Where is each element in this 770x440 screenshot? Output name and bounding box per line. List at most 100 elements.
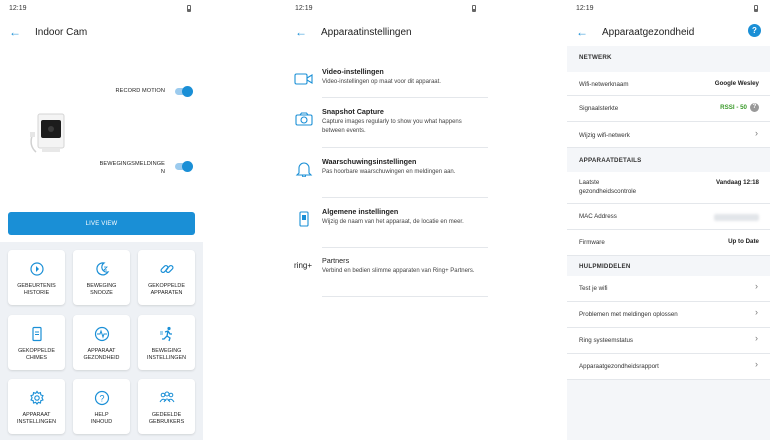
battery-icon — [472, 5, 476, 12]
tile-label: APPARAAT GEZONDHEID — [75, 348, 128, 362]
settings-item-title: Waarschuwingsinstellingen — [322, 157, 417, 166]
row-value: Google Wesley — [714, 80, 759, 87]
tile-motion-settings[interactable]: BEWEGING INSTELLINGEN — [138, 315, 195, 370]
row-mac-address: MAC Address — [567, 204, 770, 230]
tile-linked-chimes[interactable]: GEKOPPELDE CHIMES — [8, 315, 65, 370]
live-view-button[interactable]: LIVE VIEW — [8, 212, 195, 235]
tile-label: BEWEGING INSTELLINGEN — [140, 348, 193, 362]
tile-shared-users[interactable]: GEDEELDE GEBRUIKERS — [138, 379, 195, 434]
header: 12:19 ← Apparaatgezondheid ? — [567, 0, 770, 46]
tile-label: APPARAAT INSTELLINGEN — [10, 412, 63, 426]
settings-item-snapshot[interactable]: Snapshot Capture Capture images regularl… — [286, 107, 488, 148]
status-bar: 12:19 — [567, 0, 770, 18]
settings-item-title: Video-instellingen — [322, 67, 384, 76]
row-signal-strength: Signaalsterkte RSSI - 50? — [567, 96, 770, 122]
snooze-moon-icon — [95, 262, 109, 276]
row-label: Laatste gezondheidscontrole — [579, 178, 636, 196]
section-network: NETWERK — [579, 54, 612, 61]
battery-icon — [187, 5, 191, 12]
users-icon — [159, 391, 174, 403]
tile-label-line2: INHOUD — [90, 419, 113, 425]
battery-icon — [754, 5, 758, 12]
svg-text:?: ? — [99, 394, 104, 404]
motion-alerts-label: BEWEGINGSMELDINGE N — [100, 160, 165, 176]
chime-icon — [31, 326, 42, 342]
tile-label-line1: BEWEGING — [86, 283, 117, 289]
row-label: Wifi-netwerknaam — [579, 81, 629, 88]
status-time: 12:19 — [295, 5, 313, 12]
settings-item-desc: Verbind en bedien slimme apparaten van R… — [322, 268, 475, 274]
row-test-wifi[interactable]: Test je wifi › — [567, 276, 770, 302]
chevron-right-icon: › — [755, 128, 758, 138]
tile-motion-snooze[interactable]: BEWEGING SNOOZE — [73, 250, 130, 305]
row-value: Up to Date — [728, 238, 759, 245]
back-arrow-icon[interactable]: ← — [9, 26, 27, 38]
tile-label-line1: APPARAAT — [22, 412, 51, 418]
status-bar: 12:19 — [0, 0, 203, 18]
tile-linked-devices[interactable]: GEKOPPELDE APPARATEN — [138, 250, 195, 305]
settings-item-desc: Video-instellingen op maat voor dit appa… — [322, 79, 441, 85]
tile-device-settings[interactable]: APPARAAT INSTELLINGEN — [8, 379, 65, 434]
page-title: Apparaatgezondheid — [602, 26, 695, 38]
divider — [322, 147, 488, 148]
tile-label-line2: INSTELLINGEN — [17, 419, 56, 425]
tile-label-line2: HISTORIE — [23, 290, 50, 296]
help-icon: ? — [94, 390, 109, 406]
settings-item-video[interactable]: Video-instellingen Video-instellingen op… — [286, 67, 488, 98]
settings-item-partners[interactable]: ring+ Partners Verbind en bedien slimme … — [286, 256, 488, 297]
rssi-value: RSSI - 50 — [720, 104, 747, 112]
tile-label: HELP INHOUD — [75, 412, 128, 426]
tile-label-line1: HELP — [94, 412, 109, 418]
row-health-report[interactable]: Apparaatgezondheidsrapport › — [567, 354, 770, 380]
help-small-icon[interactable]: ? — [750, 103, 759, 112]
row-label: Ring systeemstatus — [579, 337, 633, 344]
chevron-right-icon: › — [755, 281, 758, 291]
record-motion-label: RECORD MOTION — [115, 88, 165, 94]
row-last-health-check: Laatste gezondheidscontrole Vandaag 12:18 — [567, 172, 770, 204]
row-firmware: Firmware Up to Date — [567, 230, 770, 256]
row-change-wifi[interactable]: Wijzig wifi-netwerk › — [567, 122, 770, 148]
device-icon — [299, 211, 309, 227]
divider — [322, 97, 488, 98]
row-ring-system-status[interactable]: Ring systeemstatus › — [567, 328, 770, 354]
settings-item-general[interactable]: Algemene instellingen Wijzig de naam van… — [286, 207, 488, 248]
tile-event-history[interactable]: GEBEURTENIS HISTORIE — [8, 250, 65, 305]
tile-device-health[interactable]: APPARAAT GEZONDHEID — [73, 315, 130, 370]
tile-label-line1: GEKOPPELDE — [148, 283, 185, 289]
page-title: Indoor Cam — [35, 26, 88, 38]
row-label: Apparaatgezondheidsrapport — [579, 363, 659, 370]
status-bar: 12:19 — [286, 0, 488, 18]
tile-label-line2: CHIMES — [26, 355, 47, 361]
settings-item-desc: Pas hoorbare waarschuwingen en meldingen… — [322, 169, 456, 175]
back-arrow-icon[interactable]: ← — [576, 26, 594, 38]
motion-alerts-toggle[interactable] — [175, 161, 193, 172]
settings-item-title: Algemene instellingen — [322, 207, 399, 216]
row-troubleshoot-alerts[interactable]: Problemen met meldingen oplossen › — [567, 302, 770, 328]
back-arrow-icon[interactable]: ← — [295, 26, 313, 38]
help-icon[interactable]: ? — [748, 24, 761, 37]
tile-label: GEDEELDE GEBRUIKERS — [140, 412, 193, 426]
chevron-right-icon: › — [755, 359, 758, 369]
gear-icon — [29, 390, 44, 406]
motion-alerts-label-line2: N — [160, 169, 165, 175]
tile-label-line2: INSTELLINGEN — [147, 355, 186, 361]
tile-label: BEWEGING SNOOZE — [75, 283, 128, 297]
settings-item-desc: Wijzig de naam van het apparaat, de loca… — [322, 219, 464, 225]
camera-icon — [295, 112, 313, 126]
row-label: Signaalsterkte — [579, 105, 619, 112]
app-bar: ← Apparaatgezondheid ? — [567, 18, 770, 46]
history-icon — [29, 262, 44, 276]
status-time: 12:19 — [576, 5, 594, 12]
record-motion-toggle[interactable] — [175, 86, 193, 97]
tile-label-line2: GEZONDHEID — [83, 355, 120, 361]
row-label: Firmware — [579, 239, 605, 246]
row-label: Wijzig wifi-netwerk — [579, 132, 630, 139]
tile-label-line2: APPARATEN — [150, 290, 183, 296]
tile-help-content[interactable]: ? HELP INHOUD — [73, 379, 130, 434]
row-label-line1: Laatste — [579, 179, 600, 186]
ring-logo: ring+ — [294, 261, 313, 270]
settings-item-title: Partners — [322, 256, 350, 265]
blurred-mac-value — [714, 214, 759, 221]
app-bar: ← Indoor Cam — [0, 18, 203, 46]
settings-item-alerts[interactable]: Waarschuwingsinstellingen Pas hoorbare w… — [286, 157, 488, 198]
